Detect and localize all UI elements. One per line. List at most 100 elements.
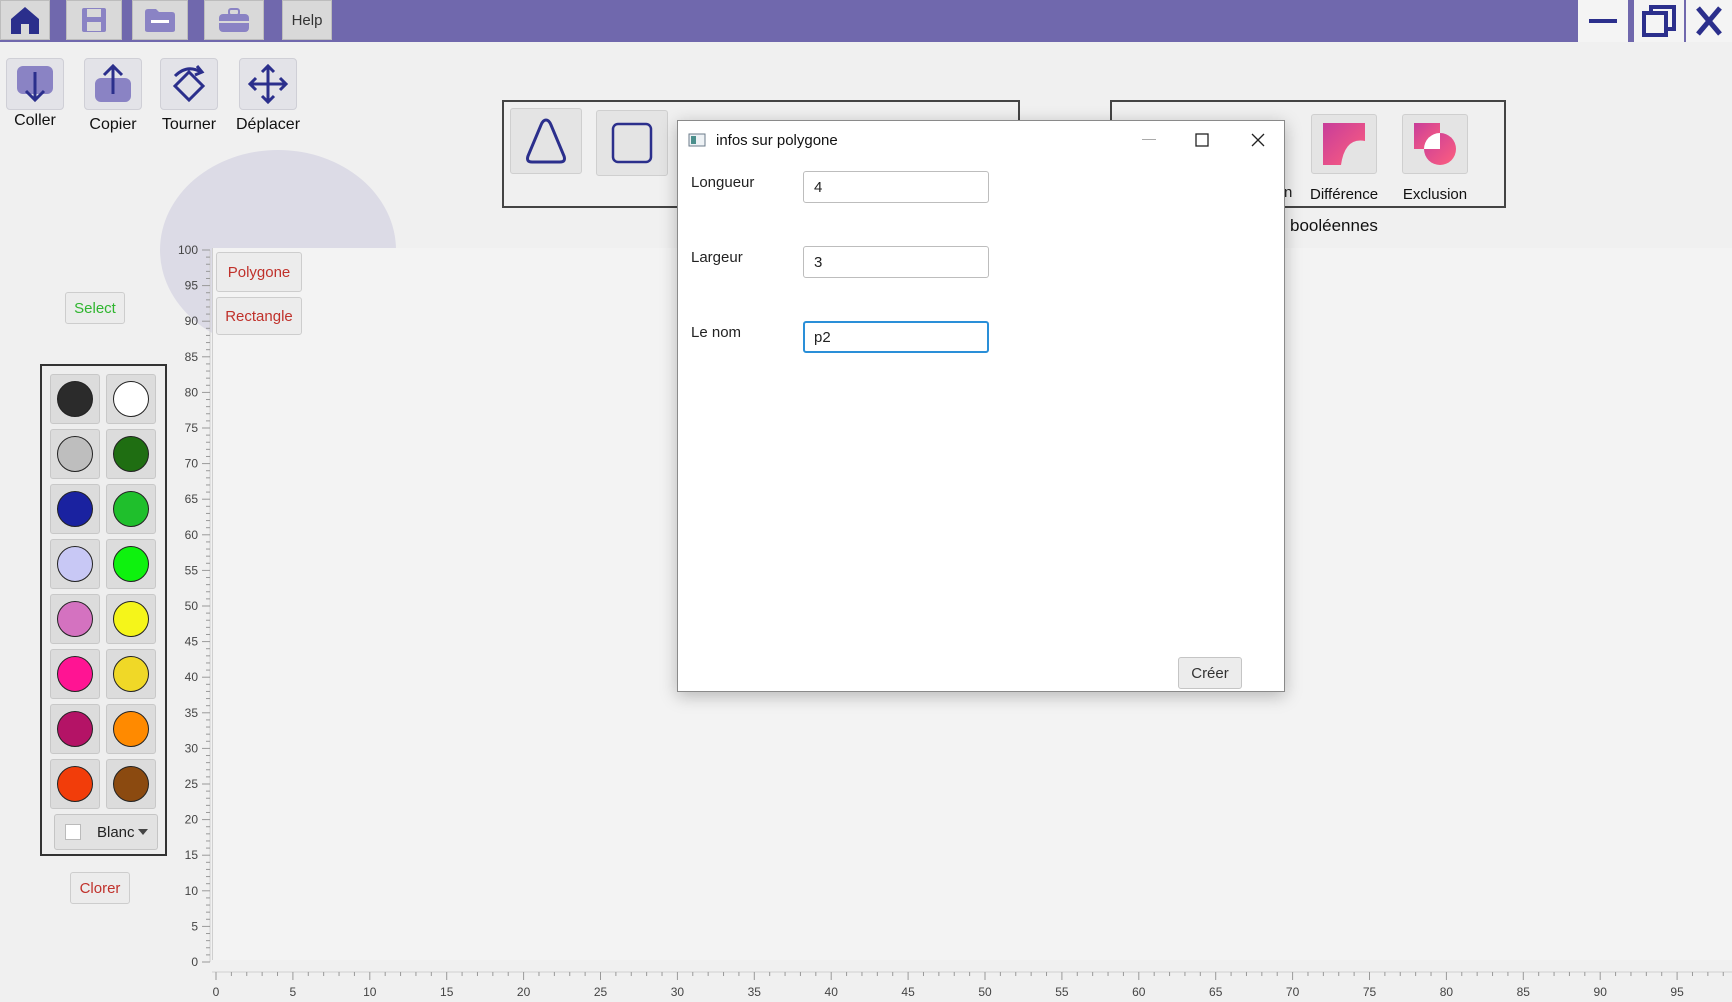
home-icon — [11, 7, 39, 34]
y-tick-label: 45 — [185, 635, 199, 649]
color-swatch-button[interactable] — [50, 704, 100, 754]
x-tick-label: 95 — [1670, 985, 1684, 999]
x-axis-ruler: 0 5 10 15 20 25 30 35 40 45 50 55 60 65 70 75 80 85 90 95 — [212, 971, 1732, 999]
color-swatch — [57, 656, 93, 692]
rectangle-button[interactable]: Rectangle — [216, 297, 302, 335]
color-swatch — [57, 491, 93, 527]
largeur-input[interactable] — [803, 246, 989, 278]
x-tick-label: 45 — [901, 985, 915, 999]
tools-button[interactable] — [204, 0, 264, 40]
save-button[interactable] — [66, 0, 122, 40]
square-icon — [611, 122, 653, 164]
copy-label: Copier — [89, 116, 137, 133]
triangle-button[interactable] — [510, 108, 582, 174]
colorer-button[interactable]: Clorer — [70, 872, 130, 904]
y-tick-label: 80 — [185, 385, 199, 399]
dialog-minimize-button[interactable] — [1126, 121, 1172, 159]
dialog-titlebar: infos sur polygone — [678, 121, 1284, 159]
x-tick-label: 15 — [440, 985, 454, 999]
color-swatch-button[interactable] — [106, 429, 156, 479]
color-swatch — [113, 546, 149, 582]
folder-icon — [145, 9, 175, 32]
paste-button[interactable] — [6, 58, 64, 110]
color-swatch-button[interactable] — [106, 374, 156, 424]
rotate-button[interactable] — [160, 58, 218, 110]
intersection-label-partial: n — [1284, 184, 1293, 201]
color-swatch-button[interactable] — [106, 759, 156, 809]
difference-label: Différence — [1310, 186, 1379, 203]
select-button[interactable]: Select — [65, 292, 125, 324]
y-tick-label: 95 — [185, 279, 199, 293]
restore-icon — [1642, 5, 1676, 37]
dialog-close-button[interactable] — [1232, 121, 1284, 159]
x-tick-label: 65 — [1209, 985, 1223, 999]
create-button[interactable]: Créer — [1178, 657, 1242, 689]
minimize-icon — [1142, 139, 1156, 140]
color-select[interactable]: Blanc — [54, 814, 158, 850]
help-button[interactable]: Help — [282, 0, 332, 40]
color-swatch-button[interactable] — [50, 539, 100, 589]
move-label: Déplacer — [236, 116, 301, 133]
dialog-maximize-button[interactable] — [1174, 121, 1230, 159]
difference-button[interactable] — [1311, 114, 1378, 174]
copy-tool[interactable]: Copier — [84, 58, 142, 134]
polygone-button[interactable]: Polygone — [216, 252, 302, 292]
color-swatch-button[interactable] — [50, 374, 100, 424]
restore-button[interactable] — [1634, 0, 1684, 42]
square-button[interactable] — [596, 110, 668, 176]
color-swatch — [113, 491, 149, 527]
color-swatch-button[interactable] — [50, 484, 100, 534]
color-preview — [65, 824, 81, 840]
nom-input[interactable] — [803, 321, 989, 353]
color-swatch-button[interactable] — [50, 429, 100, 479]
color-swatch-button[interactable] — [106, 539, 156, 589]
x-tick-label: 50 — [978, 985, 992, 999]
difference-tool[interactable]: Différence — [1310, 114, 1378, 203]
color-swatch-button[interactable] — [50, 759, 100, 809]
x-tick-label: 75 — [1363, 985, 1377, 999]
color-swatch-button[interactable] — [50, 594, 100, 644]
close-icon — [1696, 6, 1722, 36]
close-icon — [1251, 133, 1265, 147]
home-button[interactable] — [0, 0, 50, 40]
color-swatch-button[interactable] — [50, 649, 100, 699]
paste-tool[interactable]: Coller — [6, 58, 64, 130]
color-palette: Blanc — [40, 364, 167, 856]
move-button[interactable] — [239, 58, 298, 110]
open-button[interactable] — [132, 0, 188, 40]
color-swatch — [57, 601, 93, 637]
y-axis-ruler: 1009590858075706560555045403530252015105… — [178, 243, 211, 969]
color-swatch — [57, 711, 93, 747]
exclusion-button[interactable] — [1402, 114, 1468, 174]
close-app-button[interactable] — [1686, 0, 1732, 42]
move-tool[interactable]: Déplacer — [236, 58, 300, 134]
color-swatch — [57, 381, 93, 417]
color-swatch-button[interactable] — [106, 484, 156, 534]
chevron-down-icon — [138, 829, 148, 835]
color-swatch — [57, 766, 93, 802]
color-swatch-button[interactable] — [106, 704, 156, 754]
save-icon — [82, 8, 106, 32]
color-swatch-button[interactable] — [106, 649, 156, 699]
color-swatch — [113, 381, 149, 417]
color-swatch — [113, 601, 149, 637]
longueur-input[interactable] — [803, 171, 989, 203]
color-swatch-button[interactable] — [106, 594, 156, 644]
minimize-button[interactable] — [1578, 0, 1628, 42]
x-tick-label: 5 — [290, 985, 297, 999]
x-tick-label: 30 — [671, 985, 685, 999]
y-tick-label: 75 — [185, 421, 199, 435]
color-swatch — [113, 766, 149, 802]
rotate-tool[interactable]: Tourner — [160, 58, 218, 134]
briefcase-icon — [219, 8, 249, 32]
difference-icon — [1323, 123, 1366, 165]
y-tick-label: 40 — [185, 670, 199, 684]
dialog-title: infos sur polygone — [716, 131, 838, 149]
exclusion-label: Exclusion — [1402, 186, 1468, 203]
copy-button[interactable] — [84, 58, 142, 110]
x-tick-label: 25 — [594, 985, 608, 999]
exclusion-tool[interactable]: Exclusion — [1402, 114, 1468, 203]
x-tick-label: 70 — [1286, 985, 1300, 999]
largeur-label: Largeur — [691, 249, 743, 266]
y-tick-label: 15 — [185, 848, 199, 862]
